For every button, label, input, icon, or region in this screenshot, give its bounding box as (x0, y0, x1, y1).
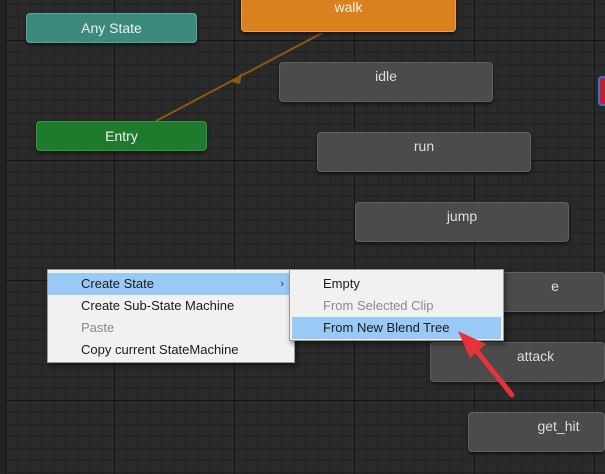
red-pointer-arrow-icon (458, 331, 515, 398)
